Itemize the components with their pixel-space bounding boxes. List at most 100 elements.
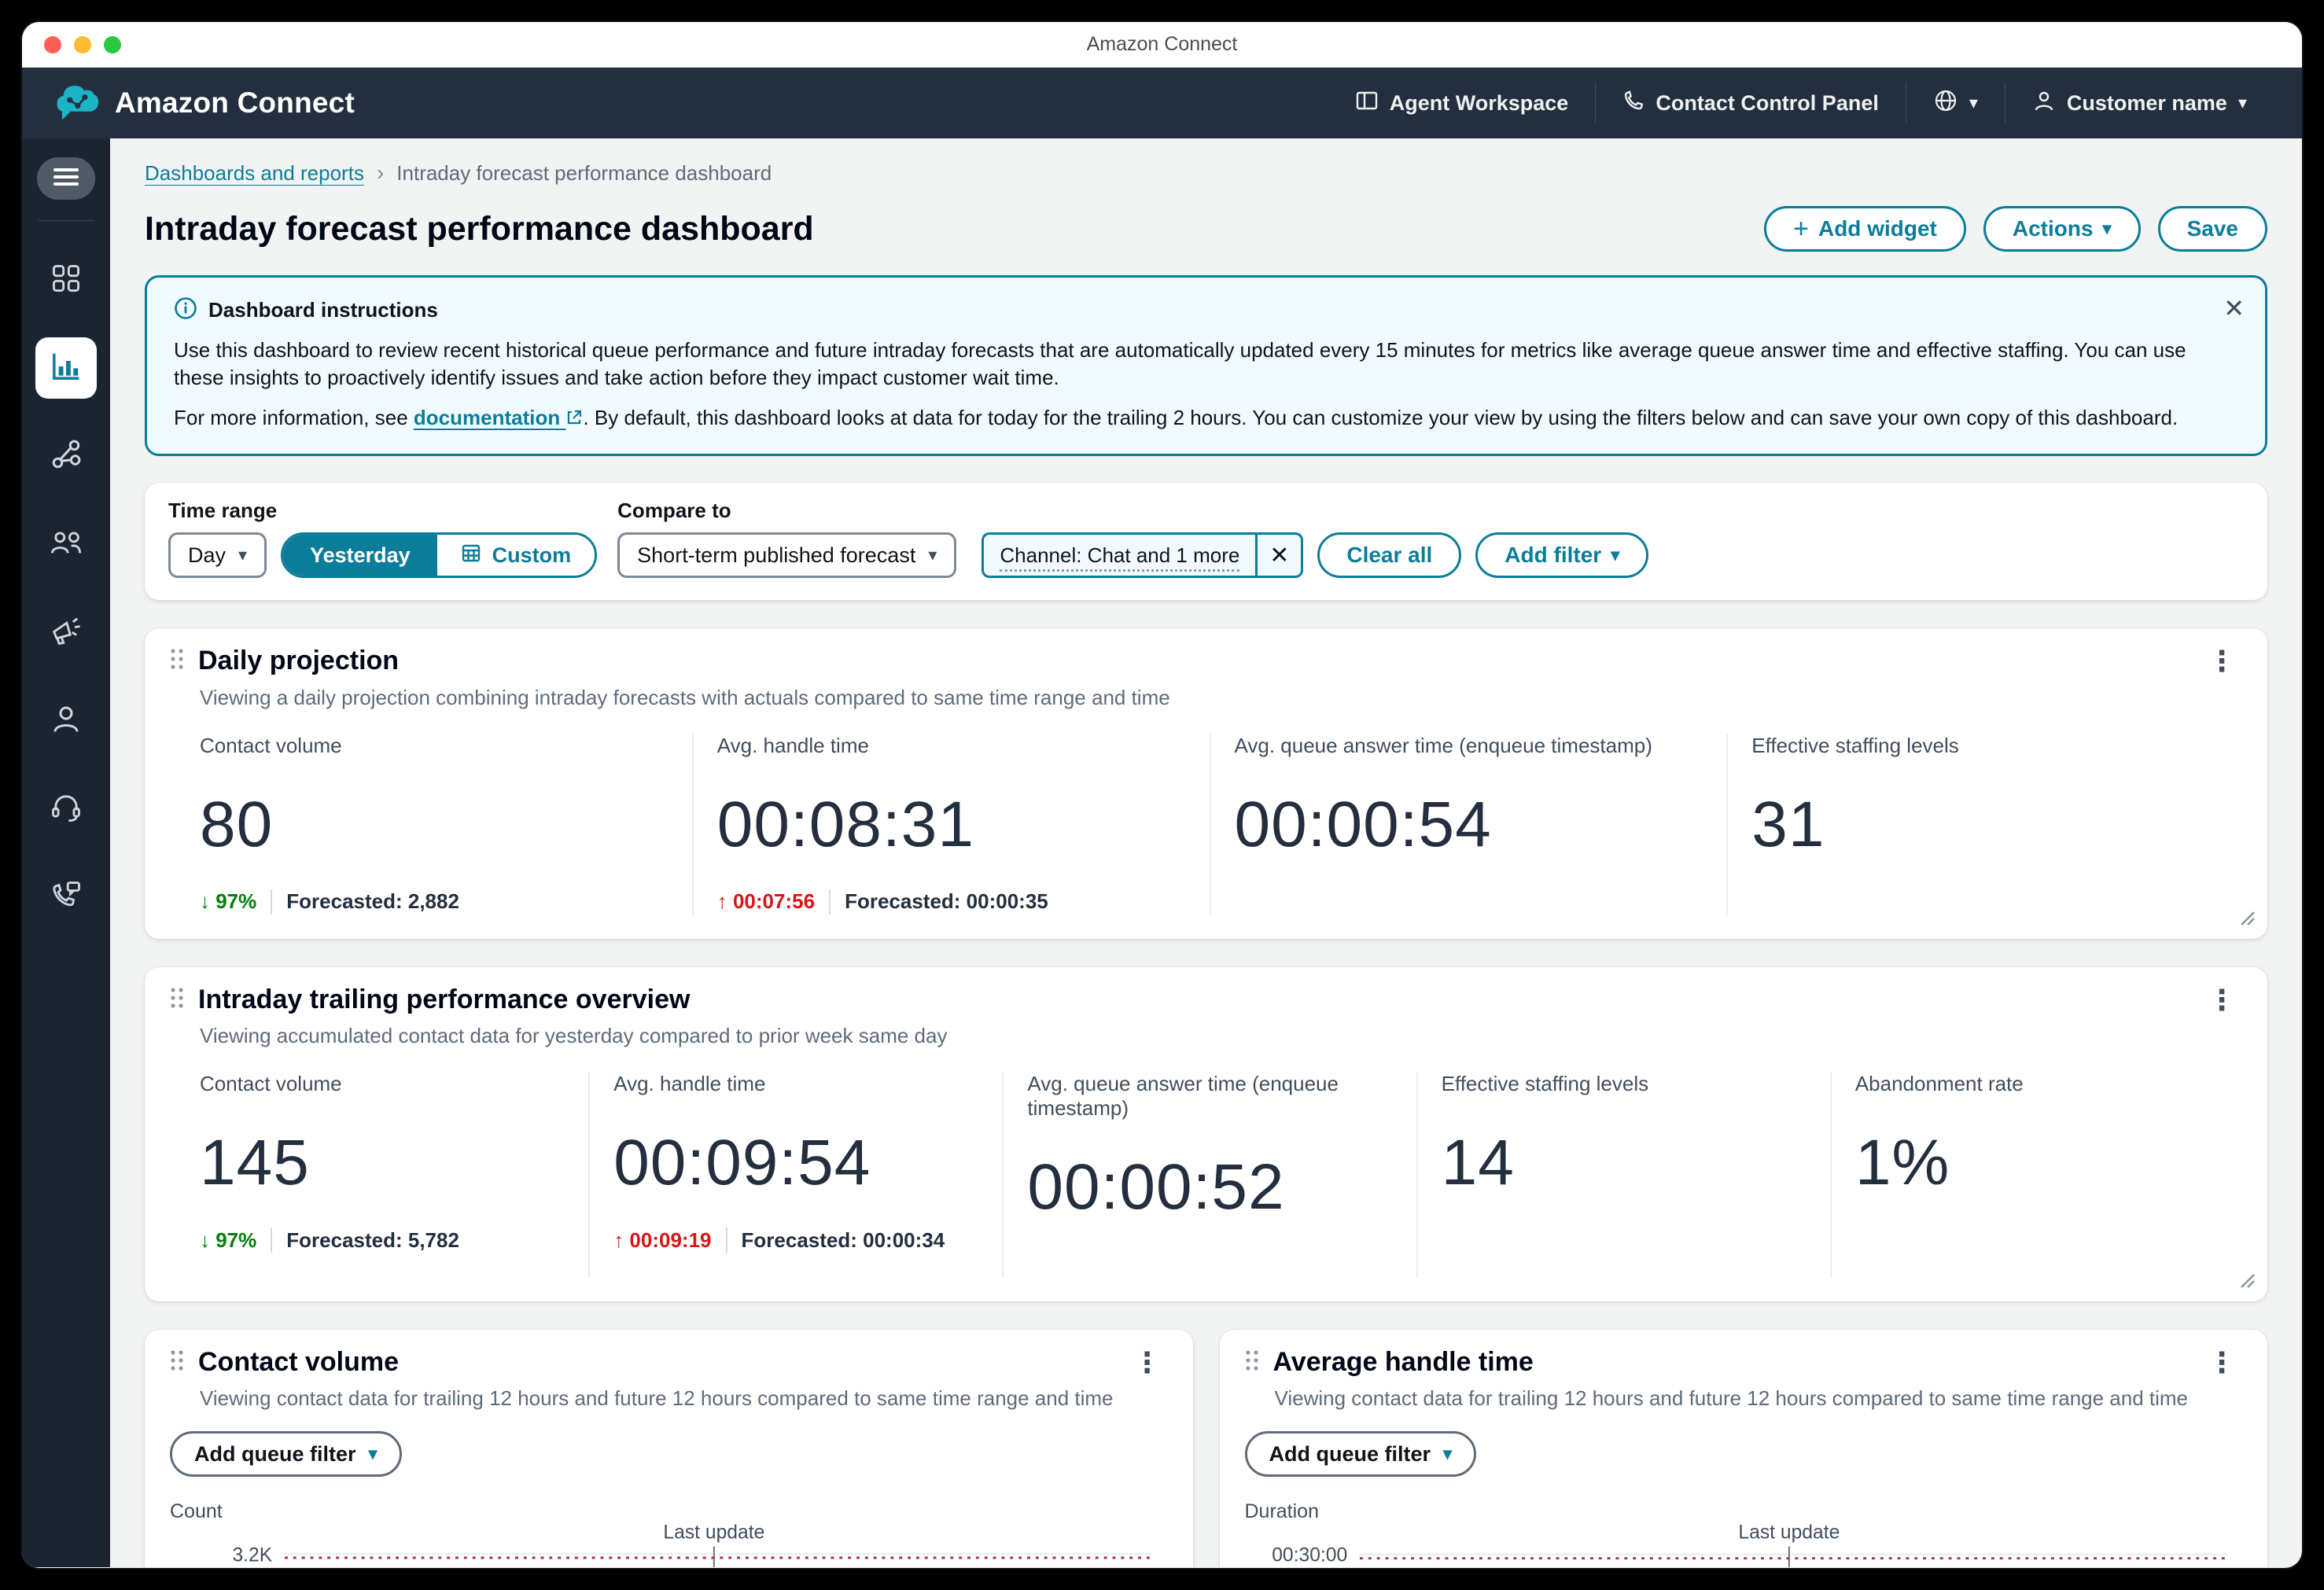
add-queue-filter-button[interactable]: Add queue filter ▾ bbox=[1244, 1431, 1477, 1478]
chevron-down-icon: ▾ bbox=[1611, 545, 1620, 565]
metric-value: 1% bbox=[1854, 1127, 1950, 1199]
custom-segment[interactable]: Custom bbox=[436, 535, 595, 576]
dashboard-instructions-banner: Dashboard instructions Use this dashboar… bbox=[145, 275, 2267, 457]
hamburger-menu-icon bbox=[53, 167, 79, 191]
sidebar-item-contact[interactable] bbox=[35, 866, 97, 927]
sidebar-item-users[interactable] bbox=[35, 513, 97, 575]
remove-token-button[interactable]: ✕ bbox=[1255, 535, 1301, 576]
bar-chart-icon bbox=[50, 350, 83, 387]
sidebar-item-routing[interactable] bbox=[35, 425, 97, 487]
compare-to-select[interactable]: Short-term published forecast ▾ bbox=[617, 532, 957, 579]
metric-label: Avg. queue answer time (enqueue timestam… bbox=[1027, 1072, 1339, 1121]
kebab-menu-icon[interactable]: ⋮ bbox=[2200, 985, 2244, 1016]
trend-up-indicator: ↑ 00:07:56 bbox=[716, 889, 816, 914]
customer-menu[interactable]: Customer name ▾ bbox=[2005, 89, 2274, 118]
forecast-value: Forecasted: 00:00:35 bbox=[845, 889, 1048, 914]
chart-canvas: 00:00:0000:07:3000:15:0000:22:3000:30:00… bbox=[1272, 1522, 2227, 1567]
average-handle-time-chart: 00:00:0000:07:3000:15:0000:22:3000:30:00… bbox=[1243, 1522, 2245, 1567]
window-title: Amazon Connect bbox=[1086, 33, 1238, 55]
megaphone-icon bbox=[49, 613, 83, 652]
metric-footer bbox=[1855, 1227, 2220, 1253]
chevron-down-icon: ▾ bbox=[2102, 219, 2112, 238]
sidebar-item-analytics[interactable] bbox=[35, 337, 97, 399]
sidebar-item-agent-tools[interactable] bbox=[35, 778, 97, 839]
drag-handle-icon[interactable] bbox=[168, 646, 186, 675]
metric-avg-handle-time: Avg. handle time 00:08:31 ↑ 00:07:56 Foreca… bbox=[691, 733, 1210, 915]
clear-all-button[interactable]: Clear all bbox=[1317, 532, 1462, 579]
metric-label: Abandonment rate bbox=[1854, 1072, 2024, 1096]
user-icon bbox=[50, 702, 83, 739]
metric-label: Effective staffing levels bbox=[1441, 1072, 1649, 1096]
metric-value: 00:00:54 bbox=[1234, 788, 1492, 860]
drag-handle-icon[interactable] bbox=[1243, 1348, 1261, 1377]
breadcrumb-separator-icon: › bbox=[376, 160, 385, 185]
kebab-menu-icon[interactable]: ⋮ bbox=[2200, 1347, 2244, 1378]
close-icon[interactable]: ✕ bbox=[2223, 293, 2245, 323]
add-queue-filter-button[interactable]: Add queue filter ▾ bbox=[170, 1431, 402, 1478]
breadcrumb-current: Intraday forecast performance dashboard bbox=[396, 160, 772, 185]
metric-avg-queue-answer-time-enqueue-timestamp: Avg. queue answer time (enqueue timestam… bbox=[1002, 1072, 1416, 1279]
sidebar-item-announcements[interactable] bbox=[35, 602, 97, 663]
widget-subtitle: Viewing contact data for trailing 12 hou… bbox=[1274, 1386, 2189, 1411]
yesterday-segment[interactable]: Yesterday bbox=[283, 535, 437, 576]
metric-avg-queue-answer-time-enqueue-timestamp: Avg. queue answer time (enqueue timestam… bbox=[1209, 733, 1727, 915]
time-range-unit-select[interactable]: Day ▾ bbox=[168, 532, 267, 579]
phone-chat-icon bbox=[49, 878, 83, 916]
widget-title: Contact volume bbox=[198, 1347, 400, 1378]
instructions-more: For more information, see documentation … bbox=[174, 406, 2179, 430]
contact-volume-chart: 08001.6K2.4K3.2KOct 231:15 AMOct 233:45 … bbox=[168, 1522, 1169, 1567]
app-window: Amazon Connect Amazon Connect Agent Work… bbox=[22, 22, 2302, 1568]
widget-title: Average handle time bbox=[1272, 1347, 1534, 1378]
add-filter-button[interactable]: Add filter ▾ bbox=[1475, 532, 1649, 579]
agent-workspace-nav[interactable]: Agent Workspace bbox=[1328, 89, 1596, 118]
sidebar-item-profile[interactable] bbox=[35, 690, 97, 751]
language-selector[interactable]: ▾ bbox=[1906, 88, 2005, 119]
sidebar-divider bbox=[38, 220, 94, 221]
sidebar bbox=[22, 138, 110, 1567]
contact-volume-widget: Contact volume ⋮ Viewing contact data fo… bbox=[145, 1330, 1193, 1567]
metric-value: 00:00:52 bbox=[1027, 1151, 1285, 1224]
add-widget-button[interactable]: + Add widget bbox=[1764, 206, 1966, 252]
grid-dashboard-icon bbox=[50, 263, 82, 298]
svg-text:Last update: Last update bbox=[663, 1523, 764, 1544]
metric-label: Avg. queue answer time (enqueue timestam… bbox=[1234, 733, 1652, 757]
plus-icon: + bbox=[1793, 213, 1809, 244]
drag-handle-icon[interactable] bbox=[168, 985, 186, 1014]
y-axis-title: Duration bbox=[1244, 1500, 1320, 1523]
forecast-value: Forecasted: 00:00:34 bbox=[741, 1227, 945, 1252]
y-axis-title: Count bbox=[170, 1500, 223, 1523]
actions-button[interactable]: Actions ▾ bbox=[1983, 206, 2141, 252]
metric-footer bbox=[1442, 1227, 1807, 1253]
documentation-link[interactable]: documentation bbox=[414, 406, 584, 429]
kebab-menu-icon[interactable]: ⋮ bbox=[2200, 646, 2244, 677]
drag-handle-icon[interactable] bbox=[168, 1348, 186, 1377]
metric-effective-staffing-levels: Effective staffing levels 31 bbox=[1726, 733, 2244, 915]
metric-footer: ↑ 00:09:19 Forecasted: 00:00:34 bbox=[613, 1227, 978, 1253]
save-button[interactable]: Save bbox=[2157, 206, 2267, 252]
metric-divider bbox=[725, 1227, 727, 1253]
metric-footer bbox=[1235, 889, 1703, 915]
trend-up-indicator: ↑ 00:09:19 bbox=[613, 1227, 712, 1252]
external-link-icon bbox=[568, 410, 582, 425]
instructions-body: Use this dashboard to review recent hist… bbox=[174, 338, 2186, 390]
contact-control-panel-nav[interactable]: Contact Control Panel bbox=[1596, 90, 1906, 117]
metric-value: 00:08:31 bbox=[716, 788, 974, 860]
resize-handle-icon[interactable] bbox=[2239, 910, 2256, 931]
metric-footer: ↓ 97% Forecasted: 2,882 bbox=[200, 889, 668, 915]
daily-projection-widget: Daily projection ⋮ Viewing a daily proje… bbox=[145, 628, 2267, 939]
kebab-menu-icon[interactable]: ⋮ bbox=[1125, 1347, 1169, 1378]
brand: Amazon Connect bbox=[53, 79, 355, 128]
metric-label: Contact volume bbox=[200, 1072, 342, 1096]
breadcrumb-link-dashboards[interactable]: Dashboards and reports bbox=[145, 161, 364, 186]
channel-filter-token: Channel: Chat and 1 more ✕ bbox=[982, 532, 1304, 579]
metric-footer bbox=[1027, 1251, 1392, 1278]
widget-subtitle: Viewing a daily projection combining int… bbox=[200, 685, 1170, 709]
sidebar-item-dashboard[interactable] bbox=[35, 249, 97, 311]
forecast-value: Forecasted: 2,882 bbox=[286, 889, 459, 914]
metric-label: Avg. handle time bbox=[716, 733, 869, 757]
metric-avg-handle-time: Avg. handle time 00:09:54 ↑ 00:09:19 Foreca… bbox=[588, 1072, 1002, 1279]
sidebar-menu-toggle[interactable] bbox=[37, 157, 95, 200]
brand-name: Amazon Connect bbox=[115, 86, 355, 119]
metric-label: Contact volume bbox=[200, 733, 342, 757]
resize-handle-icon[interactable] bbox=[2239, 1272, 2256, 1294]
